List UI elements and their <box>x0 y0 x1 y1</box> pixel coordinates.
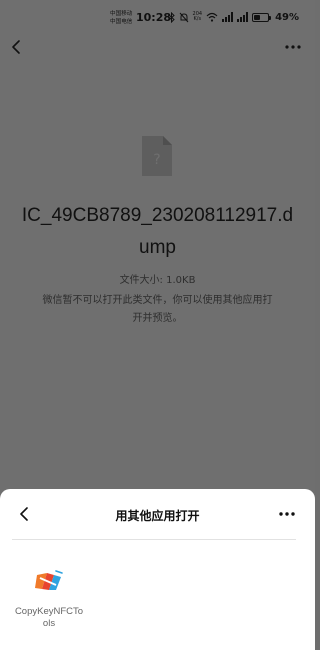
status-bar: 中国移动 中国电信 10:28 204 K/s 49% <box>0 0 315 36</box>
carrier-info: 中国移动 中国电信 <box>110 10 132 26</box>
more-options-icon[interactable] <box>285 45 301 49</box>
network-speed-unit: K/s <box>193 16 202 22</box>
unsupported-file-hint: 微信暂不可以打开此类文件，你可以使用其他应用打开并预览。 <box>42 295 273 324</box>
status-icons: 204 K/s 49% <box>168 10 299 24</box>
back-arrow-icon[interactable] <box>8 38 26 56</box>
wifi-icon <box>206 12 218 22</box>
network-speed: 204 K/s <box>193 12 203 22</box>
app-item-copykeynfctools[interactable]: CopyKeyNFCTools <box>14 564 84 634</box>
sheet-title: 用其他应用打开 <box>115 509 200 523</box>
copykeynfctools-logo-icon <box>35 570 63 590</box>
sheet-divider <box>12 539 296 540</box>
sheet-more-icon[interactable] <box>279 512 295 516</box>
open-with-sheet: 用其他应用打开 CopyKeyNFCTools <box>0 489 315 650</box>
battery-icon <box>252 12 272 22</box>
file-name: IC_49CB8789_230208112917.dump <box>21 205 294 258</box>
battery-level <box>254 14 261 20</box>
signal-1-icon <box>222 12 234 22</box>
clock: 10:28 <box>136 11 172 24</box>
app-label: CopyKeyNFCTools <box>14 606 84 629</box>
file-size: 文件大小: 1.0KB <box>119 275 196 286</box>
carrier-2: 中国电信 <box>110 19 133 25</box>
svg-text:?: ? <box>153 152 160 168</box>
sheet-header: 用其他应用打开 <box>0 489 315 539</box>
bluetooth-icon <box>168 11 175 23</box>
unknown-file-icon: ? <box>142 136 172 176</box>
carrier-1: 中国移动 <box>110 11 133 17</box>
battery-percent: 49% <box>275 11 299 23</box>
signal-2-icon <box>237 12 249 22</box>
mute-bell-icon <box>179 12 188 22</box>
